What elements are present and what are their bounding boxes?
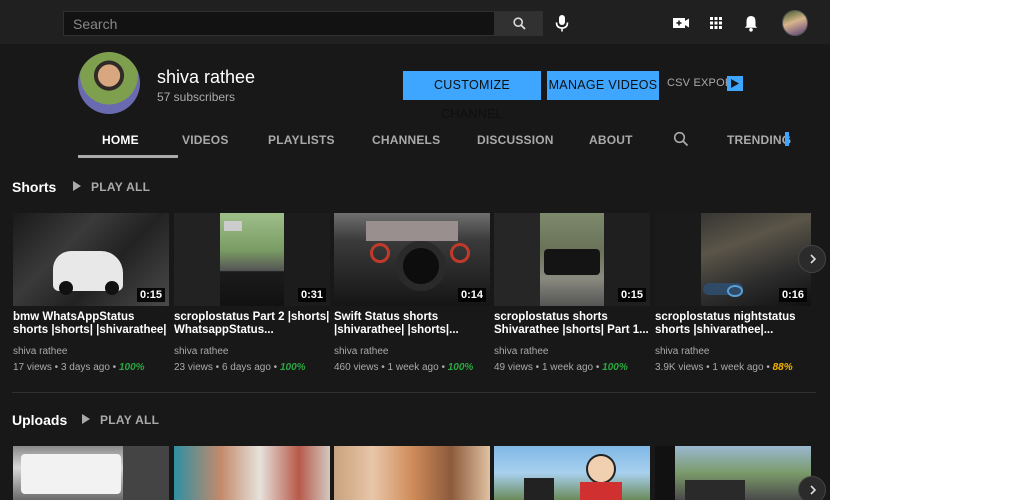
create-video-button[interactable] xyxy=(670,12,692,34)
shorts-section-title: Shorts xyxy=(12,179,57,195)
tab-about[interactable]: ABOUT xyxy=(589,133,633,147)
channel-search-icon[interactable] xyxy=(673,131,689,152)
youtube-studio-channel-page: Search shiva rathee 57 subscribers CUSTO… xyxy=(0,0,830,500)
video-title[interactable]: scroplostatus shorts Shivarathee |shorts… xyxy=(494,311,650,337)
microphone-icon xyxy=(555,15,569,32)
play-icon xyxy=(82,414,90,424)
video-channel-name[interactable]: shiva rathee xyxy=(655,346,811,357)
notifications-button[interactable] xyxy=(740,12,762,34)
uploads-section-title: Uploads xyxy=(12,412,68,428)
video-card[interactable]: 0:14 Swift Status shorts |shivarathee| |… xyxy=(334,213,490,373)
video-thumbnail[interactable]: 0:15 xyxy=(494,213,650,306)
shorts-next-button[interactable] xyxy=(798,245,826,273)
upload-thumbnail[interactable] xyxy=(174,446,330,500)
video-duration: 0:16 xyxy=(778,288,807,302)
search-button[interactable] xyxy=(495,11,543,36)
video-duration: 0:31 xyxy=(297,288,326,302)
apps-grid-icon xyxy=(710,17,722,29)
channel-name: shiva rathee xyxy=(157,67,256,87)
video-meta: 49 views • 1 week ago • 100% xyxy=(494,362,628,373)
uploads-play-all-button[interactable]: PLAY ALL xyxy=(100,413,159,427)
bell-icon xyxy=(744,16,758,32)
video-title[interactable]: scroplostatus Part 2 |shorts| WhatsappSt… xyxy=(174,311,330,337)
trending-overflow-marker xyxy=(785,132,789,146)
upload-thumbnail[interactable] xyxy=(334,446,490,500)
retention-percent: 100% xyxy=(447,362,474,373)
video-card[interactable]: 0:15 scroplostatus shorts Shivarathee |s… xyxy=(494,213,650,373)
shorts-play-all-button[interactable]: PLAY ALL xyxy=(91,180,150,194)
csv-export-icon[interactable] xyxy=(727,76,743,91)
video-duration: 0:14 xyxy=(457,288,486,302)
tab-home[interactable]: HOME xyxy=(102,133,139,147)
video-meta: 17 views • 3 days ago • 100% xyxy=(13,362,145,373)
tab-trending[interactable]: TRENDING xyxy=(727,133,791,147)
video-thumbnail[interactable]: 0:15 xyxy=(13,213,169,306)
microphone-button[interactable] xyxy=(551,12,573,34)
video-thumbnail[interactable]: 0:16 xyxy=(655,213,811,306)
video-thumbnail[interactable]: 0:14 xyxy=(334,213,490,306)
upload-thumbnail[interactable] xyxy=(655,446,811,500)
search-input[interactable]: Search xyxy=(63,11,495,36)
video-camera-plus-icon xyxy=(673,18,689,28)
subscriber-count: 57 subscribers xyxy=(157,90,236,104)
apps-button[interactable] xyxy=(705,12,727,34)
search-icon xyxy=(513,17,526,30)
masthead: Search xyxy=(0,0,830,44)
video-channel-name[interactable]: shiva rathee xyxy=(174,346,330,357)
video-card[interactable]: 0:16 scroplostatus nightstatus shorts |s… xyxy=(655,213,811,373)
video-meta: 3.9K views • 1 week ago • 88% xyxy=(655,362,793,373)
upload-thumbnail[interactable] xyxy=(494,446,650,500)
retention-percent: 100% xyxy=(602,362,628,373)
video-duration: 0:15 xyxy=(617,288,646,302)
manage-videos-button[interactable]: MANAGE VIDEOS xyxy=(547,71,659,100)
channel-avatar xyxy=(78,52,140,114)
retention-percent: 100% xyxy=(118,362,145,373)
uploads-next-button[interactable] xyxy=(798,476,826,500)
video-title[interactable]: scroplostatus nightstatus shorts |shivar… xyxy=(655,311,811,337)
tab-videos[interactable]: VIDEOS xyxy=(182,133,229,147)
video-duration: 0:15 xyxy=(136,288,165,302)
section-divider xyxy=(12,392,816,393)
video-title[interactable]: Swift Status shorts |shivarathee| |short… xyxy=(334,311,490,337)
video-channel-name[interactable]: shiva rathee xyxy=(13,346,169,357)
retention-percent: 100% xyxy=(279,362,306,373)
tab-discussion[interactable]: DISCUSSION xyxy=(477,133,554,147)
home-content: Shorts PLAY ALL 0:15 bmw WhatsAppStatus … xyxy=(0,158,830,500)
account-avatar[interactable] xyxy=(782,10,808,36)
video-channel-name[interactable]: shiva rathee xyxy=(334,346,490,357)
upload-thumbnail[interactable] xyxy=(13,446,169,500)
video-channel-name[interactable]: shiva rathee xyxy=(494,346,650,357)
chevron-right-icon xyxy=(810,254,817,264)
video-title[interactable]: bmw WhatsAppStatus shorts |shorts| |shiv… xyxy=(13,311,169,337)
channel-header: shiva rathee 57 subscribers CUSTOMIZE CH… xyxy=(0,44,830,158)
video-meta: 23 views • 6 days ago • 100% xyxy=(174,362,306,373)
tab-channels[interactable]: CHANNELS xyxy=(372,133,440,147)
video-meta: 460 views • 1 week ago • 100% xyxy=(334,362,474,373)
play-icon xyxy=(73,181,81,191)
tab-playlists[interactable]: PLAYLISTS xyxy=(268,133,335,147)
video-card[interactable]: 0:31 scroplostatus Part 2 |shorts| Whats… xyxy=(174,213,330,373)
chevron-right-icon xyxy=(810,485,817,495)
customize-channel-button[interactable]: CUSTOMIZE CHANNEL xyxy=(403,71,541,121)
video-card[interactable]: 0:15 bmw WhatsAppStatus shorts |shorts| … xyxy=(13,213,169,373)
retention-percent: 88% xyxy=(772,362,793,373)
video-thumbnail[interactable]: 0:31 xyxy=(174,213,330,306)
